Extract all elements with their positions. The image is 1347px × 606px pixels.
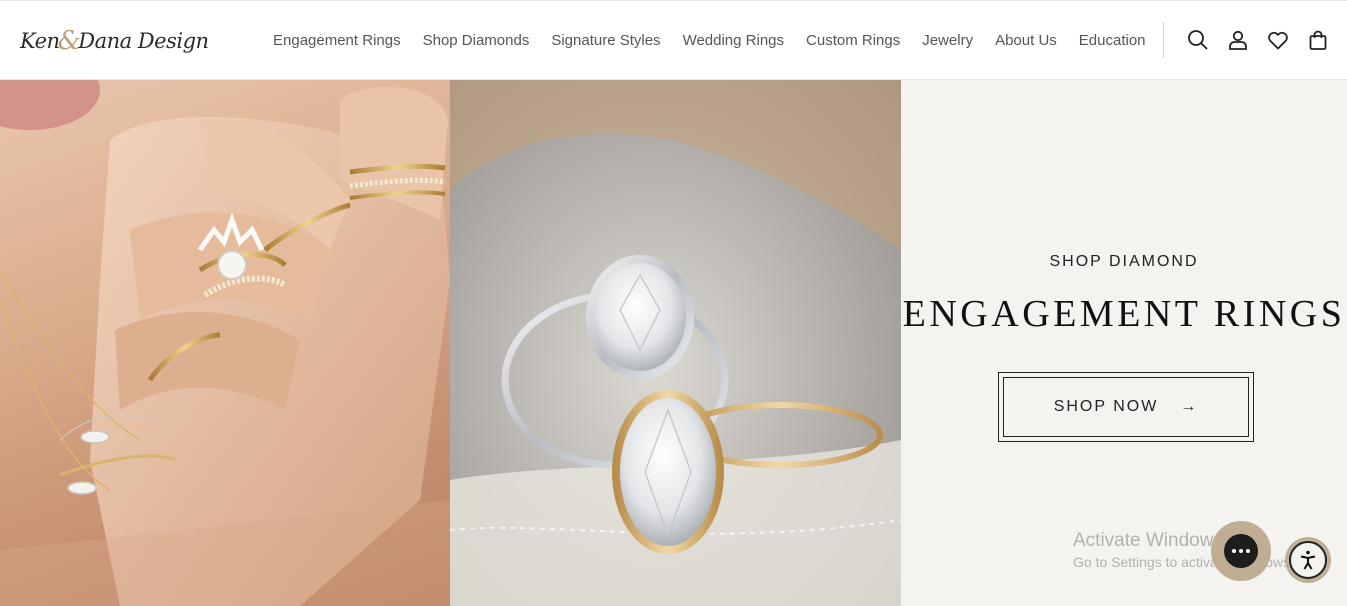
accessibility-icon	[1289, 541, 1327, 579]
shop-now-label: SHOP NOW	[1053, 398, 1159, 415]
shop-now-button[interactable]: SHOP NOW →	[998, 372, 1254, 442]
hero-image-diamond-ring	[450, 80, 901, 606]
logo-ampersand: &	[57, 26, 81, 56]
accessibility-button[interactable]	[1285, 537, 1331, 583]
nav-item-custom-rings[interactable]: Custom Rings	[795, 29, 911, 53]
shopping-bag-icon[interactable]	[1306, 26, 1330, 54]
nav-item-engagement-rings[interactable]: Engagement Rings	[262, 29, 412, 53]
nav-item-shop-diamonds[interactable]: Shop Diamonds	[412, 29, 541, 53]
nav-item-about-us[interactable]: About Us	[984, 29, 1068, 53]
hero-headline: ENGAGEMENT RINGS	[902, 293, 1346, 335]
chat-bubble-icon	[1224, 534, 1258, 568]
nav-item-jewelry[interactable]: Jewelry	[911, 29, 984, 53]
brand-logo[interactable]: Ken & Dana Design	[20, 23, 209, 59]
header-icon-group	[1186, 26, 1330, 54]
arrow-right-icon: →	[1180, 398, 1199, 415]
hero-eyebrow: SHOP DIAMOND	[1049, 253, 1199, 270]
search-icon[interactable]	[1186, 26, 1210, 54]
account-icon[interactable]	[1226, 26, 1250, 54]
chat-launcher-button[interactable]	[1211, 521, 1271, 581]
hand-with-rings-illustration	[0, 80, 450, 606]
hero-promo-panel: SHOP DIAMOND ENGAGEMENT RINGS SHOP NOW →…	[901, 80, 1347, 606]
logo-text-dana-design: Dana Design	[78, 29, 209, 53]
logo-text-ken: Ken	[20, 29, 60, 53]
toi-et-moi-ring-illustration	[450, 80, 901, 606]
wishlist-heart-icon[interactable]	[1266, 26, 1290, 54]
nav-item-education[interactable]: Education	[1068, 29, 1157, 53]
site-header: Ken & Dana Design Engagement Rings Shop Di…	[0, 0, 1347, 80]
hero-image-hand-rings	[0, 80, 450, 606]
nav-item-signature-styles[interactable]: Signature Styles	[540, 29, 671, 53]
main-navigation: Engagement Rings Shop Diamonds Signature…	[262, 29, 1157, 53]
header-divider	[1163, 22, 1164, 58]
hero-banner: SHOP DIAMOND ENGAGEMENT RINGS SHOP NOW →…	[0, 80, 1347, 606]
shop-now-button-frame: SHOP NOW →	[1003, 377, 1249, 437]
nav-item-wedding-rings[interactable]: Wedding Rings	[672, 29, 795, 53]
